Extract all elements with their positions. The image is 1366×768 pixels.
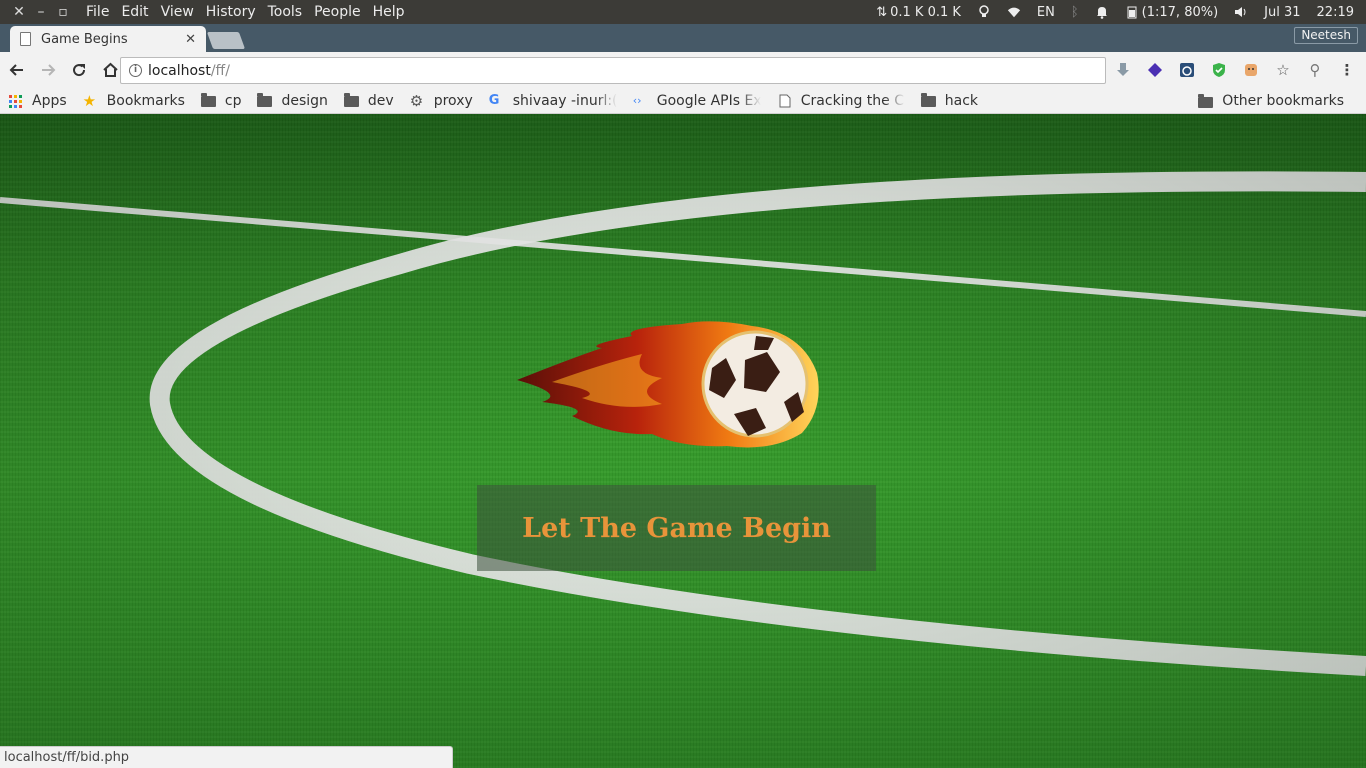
bookmark-label: Bookmarks — [106, 92, 185, 109]
new-tab-button[interactable] — [206, 32, 246, 49]
network-speed: 0.1 K 0.1 K — [890, 4, 961, 20]
page-content: Let The Game Begin — [0, 114, 1366, 768]
tab-close-icon[interactable]: ✕ — [185, 32, 196, 47]
honey-extension-icon[interactable] — [1240, 59, 1262, 81]
banner-heading: Let The Game Begin — [522, 512, 831, 544]
forward-arrow-icon — [42, 64, 56, 76]
menu-kebab-icon[interactable]: ⋮ — [1336, 59, 1358, 81]
bookmark-label: Apps — [32, 92, 67, 109]
window-extension-icon[interactable] — [1176, 59, 1198, 81]
back-button[interactable] — [3, 56, 31, 84]
indicator-area: ⇅ 0.1 K 0.1 K EN ᛒ (1:17, 80%) Jul 31 22… — [868, 0, 1366, 24]
page-favicon-icon — [20, 32, 31, 46]
bookmark-label: hack — [944, 92, 979, 109]
menu-history[interactable]: History — [200, 4, 262, 20]
bookmark-star-icon[interactable]: ☆ — [1272, 59, 1294, 81]
folder-icon — [343, 93, 359, 107]
wifi-icon[interactable] — [999, 5, 1029, 19]
minimize-window-icon[interactable]: – — [30, 4, 52, 20]
bookmark-label: shivaay -inurl:(ht — [512, 92, 617, 109]
menu-file[interactable]: File — [80, 4, 115, 20]
app-menu: File Edit View History Tools People Help — [80, 4, 411, 20]
system-top-panel: ✕ – ▫ File Edit View History Tools Peopl… — [0, 0, 1366, 24]
bookmark-apps[interactable]: Apps — [0, 93, 75, 109]
url-host: localhost — [148, 62, 211, 79]
google-apis-icon: ‹› — [632, 93, 642, 107]
network-indicator[interactable]: ⇅ 0.1 K 0.1 K — [868, 5, 969, 20]
bookmark-label: design — [281, 92, 328, 109]
reload-icon — [73, 64, 86, 77]
apps-grid-icon — [9, 94, 22, 108]
folder-icon — [200, 93, 216, 107]
menu-edit[interactable]: Edit — [115, 4, 154, 20]
battery-indicator[interactable]: (1:17, 80%) — [1117, 5, 1227, 20]
keyboard-layout[interactable]: EN — [1029, 5, 1063, 20]
gear-icon: ⚙ — [409, 92, 424, 109]
page-icon — [779, 94, 791, 107]
close-window-icon[interactable]: ✕ — [8, 4, 30, 20]
folder-icon — [257, 93, 273, 107]
menu-view[interactable]: View — [155, 4, 200, 20]
bookmark-shivaay[interactable]: G shivaay -inurl:(ht — [481, 93, 625, 109]
menu-help[interactable]: Help — [367, 4, 411, 20]
extensions-area: ☆ ⚲ ⋮ — [1112, 58, 1358, 82]
bookmark-folder-cp[interactable]: cp — [193, 93, 250, 109]
bookmark-cracking[interactable]: Cracking the Coc — [769, 93, 913, 109]
bookmark-bookmarks[interactable]: ★ Bookmarks — [75, 93, 193, 109]
google-g-icon: G — [488, 92, 500, 108]
tab-game-begins[interactable]: Game Begins ✕ — [10, 26, 206, 52]
download-extension-icon[interactable] — [1112, 59, 1134, 81]
updown-arrows-icon: ⇅ — [876, 4, 888, 20]
shield-extension-icon[interactable] — [1208, 59, 1230, 81]
folder-icon — [920, 93, 936, 107]
bookmark-label: dev — [367, 92, 394, 109]
forward-button[interactable] — [34, 56, 62, 84]
bookmark-label: proxy — [433, 92, 473, 109]
tab-title: Game Begins — [41, 31, 128, 47]
folder-icon — [1198, 93, 1214, 108]
notification-bell-icon[interactable] — [1087, 5, 1117, 19]
browser-toolbar: i localhost/ff/ ☆ ⚲ ⋮ — [0, 52, 1366, 88]
battery-icon — [1127, 6, 1137, 19]
window-controls: ✕ – ▫ — [0, 4, 80, 20]
site-info-icon[interactable]: i — [129, 64, 142, 77]
bookmark-folder-design[interactable]: design — [249, 93, 335, 109]
star-icon: ★ — [82, 92, 97, 109]
link-status-bar: localhost/ff/bid.php — [0, 746, 453, 768]
bookmark-folder-hack[interactable]: hack — [913, 93, 986, 109]
menu-people[interactable]: People — [308, 4, 367, 20]
bike-extension-icon[interactable]: ⚲ — [1304, 59, 1326, 81]
bookmark-google-apis[interactable]: ‹› Google APIs Expl — [625, 93, 769, 109]
menu-tools[interactable]: Tools — [262, 4, 309, 20]
bluetooth-icon[interactable]: ᛒ — [1063, 5, 1087, 20]
bookmark-proxy[interactable]: ⚙ proxy — [402, 93, 481, 109]
bookmark-other[interactable]: Other bookmarks — [1190, 88, 1352, 114]
bookmarks-bar: Apps ★ Bookmarks cp design dev ⚙ proxy G… — [0, 88, 1366, 114]
tab-strip: Game Begins ✕ Neetesh — [0, 24, 1366, 52]
bookmark-label: Other bookmarks — [1222, 93, 1344, 109]
address-bar[interactable]: i localhost/ff/ — [120, 57, 1106, 84]
bookmark-folder-dev[interactable]: dev — [336, 93, 402, 109]
lightbulb-icon[interactable] — [969, 5, 999, 19]
volume-icon[interactable] — [1226, 5, 1256, 19]
maximize-window-icon[interactable]: ▫ — [52, 4, 74, 20]
home-icon — [102, 62, 118, 77]
flaming-football-image — [517, 321, 819, 448]
profile-button[interactable]: Neetesh — [1294, 27, 1358, 44]
bookmark-label: Cracking the Coc — [800, 92, 905, 109]
reload-button[interactable] — [65, 56, 93, 84]
clock[interactable]: 22:19 — [1309, 5, 1366, 20]
back-arrow-icon — [9, 64, 23, 76]
bookmark-label: cp — [224, 92, 242, 109]
url-path: /ff/ — [210, 62, 230, 79]
purple-cube-extension-icon[interactable] — [1144, 59, 1166, 81]
bookmark-label: Google APIs Expl — [656, 92, 761, 109]
game-banner[interactable]: Let The Game Begin — [477, 485, 876, 571]
battery-status: (1:17, 80%) — [1141, 4, 1219, 20]
date[interactable]: Jul 31 — [1256, 5, 1308, 20]
